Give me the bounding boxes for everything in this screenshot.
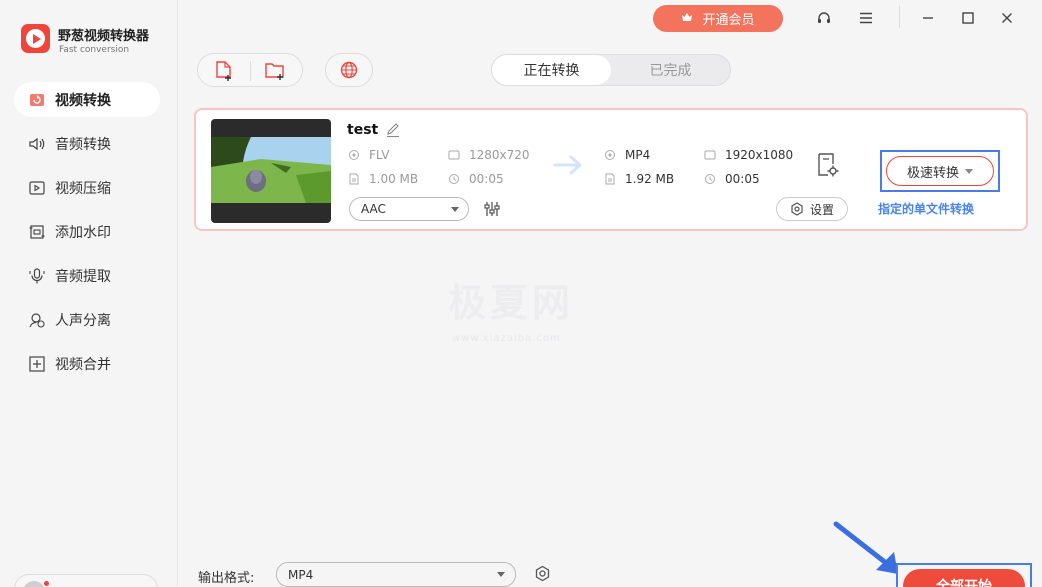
pointer-arrow-icon — [833, 521, 898, 574]
headset-icon[interactable] — [814, 8, 834, 28]
sidebar-item-label: 添加水印 — [55, 224, 111, 241]
tab-completed[interactable]: 已完成 — [611, 55, 730, 85]
toolbar-separator — [250, 61, 251, 81]
audio-convert-icon — [28, 135, 46, 153]
watermark-subtext: www.xiazaiba.com — [452, 333, 561, 344]
speed-convert-button[interactable]: 极速转换 — [886, 156, 994, 186]
target-duration: 00:05 — [704, 172, 760, 186]
menu-icon[interactable] — [856, 8, 876, 28]
start-all-button[interactable]: 全部开始 — [903, 569, 1025, 587]
sidebar-nav: 视频转换 音频转换 视频压缩 添加水印 音频提取 人声分离 视频合并 — [14, 82, 160, 390]
sidebar-item-video-convert[interactable]: 视频转换 — [14, 82, 160, 117]
format-icon — [349, 150, 359, 160]
single-file-convert-note: 指定的单文件转换 — [878, 202, 975, 216]
sidebar-item-label: 音频转换 — [55, 136, 111, 153]
output-format-select[interactable]: MP4 — [276, 562, 516, 587]
edit-icon[interactable] — [385, 122, 401, 138]
sidebar-item-video-merge[interactable]: 视频合并 — [14, 346, 160, 381]
vip-button[interactable]: 开通会员 — [653, 5, 783, 32]
watermark-text: 极夏网 — [448, 281, 575, 325]
app-subtitle: Fast conversion — [59, 45, 130, 55]
close-icon[interactable] — [997, 8, 1017, 28]
gear-icon — [791, 202, 803, 216]
avatar — [23, 581, 45, 587]
sidebar-item-vocal-separate[interactable]: 人声分离 — [14, 302, 160, 337]
convert-arrow-icon — [553, 155, 582, 175]
video-merge-icon — [28, 355, 46, 373]
audio-codec-select[interactable]: AAC — [349, 197, 469, 221]
audio-extract-icon — [28, 267, 46, 285]
sidebar-item-label: 视频压缩 — [55, 180, 111, 197]
resolution-icon — [448, 150, 460, 160]
start-highlight-box: 全部开始 — [896, 563, 1032, 587]
output-format-label: 输出格式: — [198, 571, 255, 586]
chevron-down-icon — [497, 572, 505, 577]
file-name: test — [347, 122, 379, 138]
sidebar-item-audio-convert[interactable]: 音频转换 — [14, 126, 160, 161]
resolution-icon — [704, 150, 716, 160]
chevron-down-icon — [965, 168, 973, 174]
user-account-button[interactable] — [14, 574, 158, 587]
chevron-down-icon — [451, 207, 459, 212]
add-file-icon[interactable] — [212, 59, 236, 83]
sidebar: 野葱视频转换器 Fast conversion 视频转换 音频转换 视频压缩 添… — [0, 0, 178, 587]
sidebar-item-video-compress[interactable]: 视频压缩 — [14, 170, 160, 205]
sidebar-item-watermark[interactable]: 添加水印 — [14, 214, 160, 249]
settings-button[interactable]: 设置 — [776, 197, 848, 221]
sidebar-item-label: 人声分离 — [55, 312, 111, 329]
output-gear-icon[interactable] — [534, 565, 551, 582]
add-toolbar — [197, 53, 303, 87]
source-format: FLV — [348, 148, 389, 162]
crown-icon — [681, 11, 693, 27]
minimize-icon[interactable] — [918, 8, 938, 28]
add-folder-icon[interactable] — [263, 59, 287, 83]
tab-converting[interactable]: 正在转换 — [492, 55, 611, 85]
maximize-icon[interactable] — [958, 8, 978, 28]
format-icon — [605, 150, 615, 160]
app-window: 野葱视频转换器 Fast conversion 视频转换 音频转换 视频压缩 添… — [0, 0, 1042, 587]
watermark-icon — [28, 223, 46, 241]
app-logo-icon — [21, 24, 50, 53]
sidebar-item-label: 视频转换 — [55, 92, 111, 109]
sidebar-item-label: 视频合并 — [55, 356, 111, 373]
file-size-icon — [605, 173, 615, 185]
target-resolution: 1920x1080 — [704, 148, 793, 162]
clock-icon — [449, 174, 459, 184]
app-name: 野葱视频转换器 — [58, 29, 150, 44]
clock-icon — [705, 174, 715, 184]
source-resolution: 1280x720 — [448, 148, 530, 162]
source-size: 1.00 MB — [348, 172, 418, 186]
equalizer-icon[interactable] — [483, 200, 501, 218]
speed-highlight-box: 极速转换 — [880, 150, 1000, 192]
sidebar-item-audio-extract[interactable]: 音频提取 — [14, 258, 160, 293]
vip-label: 开通会员 — [702, 13, 755, 28]
source-duration: 00:05 — [448, 172, 504, 186]
vocal-separate-icon — [28, 311, 46, 329]
file-size-icon — [349, 173, 359, 185]
notification-dot — [44, 581, 49, 586]
video-compress-icon — [28, 179, 46, 197]
globe-icon[interactable] — [325, 53, 373, 87]
output-settings-icon[interactable] — [816, 152, 840, 178]
status-tabs: 正在转换 已完成 — [491, 54, 731, 86]
video-thumbnail[interactable] — [211, 119, 331, 223]
window-separator — [899, 6, 900, 28]
file-card: test FLV 1280x720 1.00 MB 00:05 MP4 1920… — [194, 108, 1028, 231]
target-format: MP4 — [604, 148, 650, 162]
sidebar-item-label: 音频提取 — [55, 268, 111, 285]
video-convert-icon — [28, 91, 46, 109]
target-size: 1.92 MB — [604, 172, 674, 186]
